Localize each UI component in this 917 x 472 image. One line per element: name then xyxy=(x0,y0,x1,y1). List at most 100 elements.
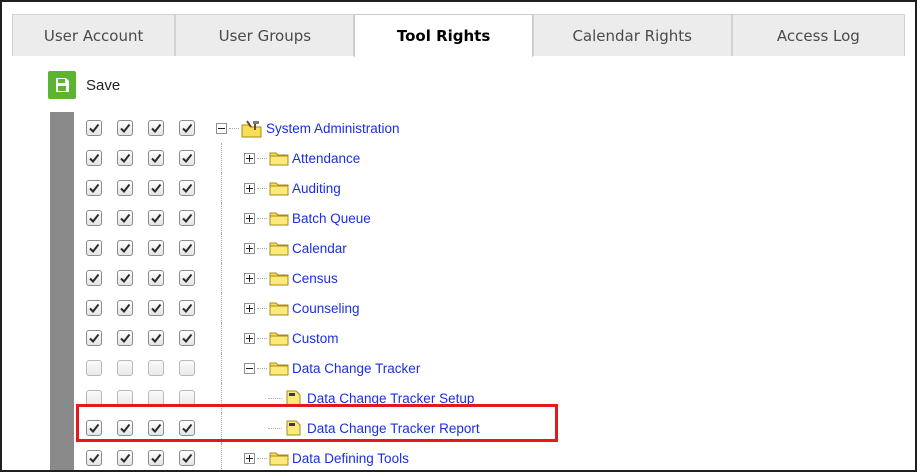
expand-toggle-icon[interactable] xyxy=(244,212,255,224)
permission-checkbox-1[interactable] xyxy=(86,150,102,166)
permission-checkbox-4[interactable] xyxy=(179,150,195,166)
tree-node: Attendance xyxy=(244,143,360,173)
tab-user-account[interactable]: User Account xyxy=(12,14,176,56)
save-button[interactable]: Save xyxy=(48,71,120,99)
tree-item-label[interactable]: Calendar xyxy=(292,241,347,256)
tree-cell: Data Defining Tools xyxy=(216,443,900,470)
tree-cell: Data Change Tracker xyxy=(216,353,900,383)
tab-user-groups[interactable]: User Groups xyxy=(175,14,355,56)
permission-checkbox-4[interactable] xyxy=(179,120,195,136)
permission-checkbox-1[interactable] xyxy=(86,330,102,346)
tab-bar: User Account User Groups Tool Rights Cal… xyxy=(12,14,905,57)
tree-node: Census xyxy=(244,263,338,293)
permission-checkbox-4[interactable] xyxy=(179,210,195,226)
permission-checkbox-1[interactable] xyxy=(86,420,102,436)
expand-toggle-icon[interactable] xyxy=(244,302,255,314)
permission-checkbox-1[interactable] xyxy=(86,180,102,196)
permission-checkbox-3[interactable] xyxy=(148,390,164,406)
permission-checkbox-1[interactable] xyxy=(86,390,102,406)
permission-checkbox-3[interactable] xyxy=(148,180,164,196)
tree-connector xyxy=(229,127,239,129)
expand-toggle-icon[interactable] xyxy=(244,242,255,254)
permission-checkbox-2[interactable] xyxy=(117,120,133,136)
permission-checkbox-4[interactable] xyxy=(179,390,195,406)
permission-checkbox-1[interactable] xyxy=(86,300,102,316)
collapse-toggle-icon[interactable] xyxy=(244,362,255,374)
permission-checkbox-3[interactable] xyxy=(148,360,164,376)
permission-checkbox-2[interactable] xyxy=(117,330,133,346)
expand-toggle-icon[interactable] xyxy=(244,452,255,464)
tree-node: System Administration xyxy=(216,113,400,143)
floppy-disk-icon xyxy=(48,71,76,99)
permission-checkbox-3[interactable] xyxy=(148,150,164,166)
left-gutter-bar xyxy=(50,112,74,470)
collapse-toggle-icon[interactable] xyxy=(216,122,227,134)
permission-checkbox-4[interactable] xyxy=(179,330,195,346)
permission-checkbox-2[interactable] xyxy=(117,270,133,286)
permission-checkbox-3[interactable] xyxy=(148,270,164,286)
tree-cell: Attendance xyxy=(216,143,900,173)
permission-checkbox-1[interactable] xyxy=(86,270,102,286)
permission-checkbox-4[interactable] xyxy=(179,360,195,376)
permission-checkbox-2[interactable] xyxy=(117,360,133,376)
tree-item-label[interactable]: Data Defining Tools xyxy=(292,451,409,466)
tool-rights-tree: System Administration Attendance Auditing B… xyxy=(80,113,900,470)
permission-checkbox-4[interactable] xyxy=(179,420,195,436)
tree-item-label[interactable]: Attendance xyxy=(292,151,360,166)
tree-item-label[interactable]: Batch Queue xyxy=(292,211,371,226)
permission-checkbox-4[interactable] xyxy=(179,270,195,286)
tree-connector xyxy=(257,157,267,159)
permission-checkbox-1[interactable] xyxy=(86,120,102,136)
permission-checkbox-2[interactable] xyxy=(117,150,133,166)
tree-item-label[interactable]: Data Change Tracker Report xyxy=(307,421,480,436)
permission-checkbox-2[interactable] xyxy=(117,390,133,406)
permission-checkbox-2[interactable] xyxy=(117,450,133,466)
permission-checkboxes xyxy=(86,360,210,376)
tree-item-label[interactable]: System Administration xyxy=(266,121,400,136)
tab-tool-rights[interactable]: Tool Rights xyxy=(354,14,533,57)
tree-item-label[interactable]: Census xyxy=(292,271,338,286)
permission-checkbox-3[interactable] xyxy=(148,420,164,436)
permission-checkbox-3[interactable] xyxy=(148,450,164,466)
tree-row: Data Change Tracker Setup xyxy=(80,383,900,413)
permission-checkboxes xyxy=(86,270,210,286)
permission-checkbox-3[interactable] xyxy=(148,120,164,136)
permission-checkbox-3[interactable] xyxy=(148,300,164,316)
tool-page-icon xyxy=(284,420,304,436)
tab-calendar-rights[interactable]: Calendar Rights xyxy=(532,14,732,56)
expand-toggle-icon[interactable] xyxy=(244,152,255,164)
expand-toggle-icon[interactable] xyxy=(244,332,255,344)
tree-row: Data Change Tracker xyxy=(80,353,900,383)
permission-checkbox-1[interactable] xyxy=(86,210,102,226)
permission-checkbox-1[interactable] xyxy=(86,450,102,466)
expand-toggle-icon[interactable] xyxy=(244,182,255,194)
permission-checkbox-2[interactable] xyxy=(117,300,133,316)
permission-checkbox-2[interactable] xyxy=(117,420,133,436)
permission-checkbox-4[interactable] xyxy=(179,240,195,256)
permission-checkbox-3[interactable] xyxy=(148,330,164,346)
permission-checkbox-1[interactable] xyxy=(86,360,102,376)
permission-checkbox-3[interactable] xyxy=(148,210,164,226)
tree-item-label[interactable]: Counseling xyxy=(292,301,360,316)
permission-checkbox-2[interactable] xyxy=(117,210,133,226)
toolbar: Save xyxy=(48,70,120,100)
tree-row: Attendance xyxy=(80,143,900,173)
tree-item-label[interactable]: Auditing xyxy=(292,181,341,196)
permission-checkboxes xyxy=(86,150,210,166)
tree-item-label[interactable]: Data Change Tracker Setup xyxy=(307,391,474,406)
tab-access-log[interactable]: Access Log xyxy=(731,14,905,56)
tree-connector xyxy=(257,337,267,339)
tree-item-label[interactable]: Data Change Tracker xyxy=(292,361,420,376)
permission-checkbox-2[interactable] xyxy=(117,240,133,256)
permission-checkbox-4[interactable] xyxy=(179,300,195,316)
permission-checkbox-1[interactable] xyxy=(86,240,102,256)
permission-checkbox-4[interactable] xyxy=(179,450,195,466)
permission-checkbox-4[interactable] xyxy=(179,180,195,196)
tree-node: Data Change Tracker Setup xyxy=(266,383,474,413)
permission-checkbox-3[interactable] xyxy=(148,240,164,256)
expand-toggle-icon[interactable] xyxy=(244,272,255,284)
permission-checkbox-2[interactable] xyxy=(117,180,133,196)
permission-checkboxes xyxy=(86,240,210,256)
tree-item-label[interactable]: Custom xyxy=(292,331,339,346)
tool-rights-panel: User Account User Groups Tool Rights Cal… xyxy=(0,0,917,472)
